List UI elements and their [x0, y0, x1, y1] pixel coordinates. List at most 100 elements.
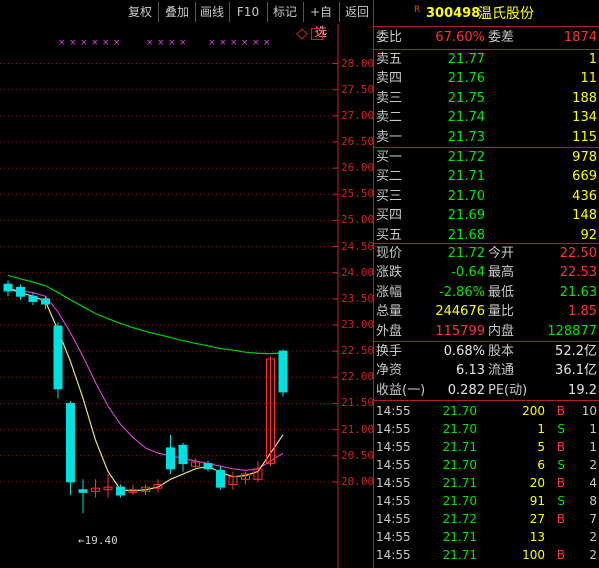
fundamental-label: 净资: [376, 363, 403, 379]
trade-row[interactable]: 14:55 21.71 100 B 2: [374, 545, 599, 565]
trade-side: S: [557, 422, 565, 436]
trade-row[interactable]: 14:55 21.71 13 2: [374, 527, 599, 547]
f10-button[interactable]: F10: [231, 2, 265, 22]
price-tick-label: 26.00: [341, 161, 375, 175]
fundamental-value: 52.2亿: [555, 344, 597, 359]
bid-price: 21.69: [447, 208, 485, 224]
event-marker: ×: [252, 38, 260, 48]
candle[interactable]: [228, 471, 238, 490]
add-watchlist-button[interactable]: +自选: [304, 2, 338, 39]
bid-price: 21.72: [447, 150, 485, 165]
candle[interactable]: [178, 442, 188, 472]
trade-row[interactable]: 14:55 21.70 91 S 8: [374, 491, 599, 511]
candle[interactable]: [166, 434, 175, 475]
quote-value: 22.53: [559, 265, 597, 281]
fundamental-label: 换手: [376, 344, 403, 359]
chevron-right-icon[interactable]: [311, 28, 323, 40]
ask-row[interactable]: 卖一 21.73 115: [374, 128, 599, 148]
trade-volume: 1: [537, 422, 545, 436]
ask-row[interactable]: 卖五 21.77 1: [374, 50, 599, 70]
candle[interactable]: [16, 284, 25, 300]
quote-value: 115799: [435, 323, 485, 339]
quote-value: 1.85: [568, 304, 597, 320]
trade-side: B: [556, 476, 565, 490]
price-tick-label: 24.50: [341, 239, 375, 253]
quote-value: 21.72: [447, 246, 485, 261]
order-diff-value: 1874: [563, 30, 597, 45]
trade-volume: 27: [529, 512, 545, 526]
candle[interactable]: [128, 484, 138, 495]
candle[interactable]: [278, 349, 288, 397]
trade-row[interactable]: 14:55 21.71 20 B 4: [374, 473, 599, 493]
candle-body: [203, 463, 213, 470]
ask-row[interactable]: 卖二 21.74 134: [374, 108, 599, 128]
candle[interactable]: [66, 400, 75, 495]
event-marker: ×: [179, 38, 187, 48]
trade-price: 21.70: [442, 422, 477, 436]
price-tick-label: 21.00: [341, 422, 375, 436]
trade-time: 14:55: [376, 422, 411, 436]
event-marker: ×: [91, 38, 99, 48]
trade-side: B: [556, 548, 565, 562]
candle[interactable]: [28, 292, 38, 306]
ask-price: 21.77: [447, 52, 485, 67]
trade-side: S: [557, 458, 565, 472]
trade-row[interactable]: 14:55 21.71 5 B 1: [374, 437, 599, 457]
bid-row[interactable]: 买三 21.70 436: [374, 187, 599, 207]
candle[interactable]: [216, 466, 225, 490]
candle[interactable]: [78, 479, 88, 514]
back-button[interactable]: 返回: [341, 2, 373, 22]
trade-count: 1: [589, 422, 597, 436]
event-marker: ×: [113, 38, 121, 48]
trade-time: 14:55: [376, 458, 411, 472]
bid-volume: 978: [572, 150, 597, 165]
candle[interactable]: [253, 460, 263, 482]
ask-row[interactable]: 卖四 21.76 11: [374, 69, 599, 89]
toolbar-separator: [229, 2, 230, 22]
ask-row[interactable]: 卖三 21.75 188: [374, 89, 599, 109]
kline-chart[interactable]: × × × × × × × × × × × × × × × × 28.00 27.50 27.00 26.50 26.…: [0, 24, 374, 568]
candle[interactable]: [241, 471, 250, 485]
trade-row[interactable]: 14:55 21.70 6 S 2: [374, 455, 599, 475]
overlay-button[interactable]: 叠加: [160, 2, 194, 22]
ask-price: 21.73: [447, 129, 485, 145]
bid-level-label: 买一: [376, 150, 403, 165]
draw-line-button[interactable]: 画线: [197, 2, 227, 22]
trade-time: 14:55: [376, 548, 411, 562]
order-diff-label: 委差: [488, 30, 515, 45]
trade-price: 21.70: [442, 404, 477, 418]
trade-volume: 100: [522, 548, 545, 562]
event-marker: ×: [58, 38, 66, 48]
kline-chart-svg: × × × × × × × × × × × × × × × ×: [0, 24, 339, 568]
toolbar-separator: [158, 2, 159, 22]
event-markers: × × × × × × × × × × × × × × × ×: [58, 38, 271, 48]
bid-row[interactable]: 买二 21.71 669: [374, 167, 599, 187]
fuquan-button[interactable]: 复权: [123, 2, 157, 22]
candle-body: [178, 444, 188, 465]
price-tick-label: 23.00: [341, 318, 375, 331]
quote-value: -2.86%: [439, 284, 485, 300]
trade-row[interactable]: 14:55 21.72 27 B 7: [374, 509, 599, 529]
bid-row[interactable]: 买一 21.72 978: [374, 148, 599, 168]
bid-row[interactable]: 买四 21.69 148: [374, 206, 599, 226]
r-badge: R: [414, 5, 421, 15]
event-marker: ×: [157, 38, 165, 48]
event-marker: ×: [146, 38, 154, 48]
trade-side: S: [557, 494, 565, 508]
ask-price: 21.76: [447, 71, 485, 87]
ask-volume: 134: [572, 110, 597, 126]
diamond-icon[interactable]: [296, 28, 308, 40]
trade-row[interactable]: 14:55 21.70 1 S 1: [374, 419, 599, 439]
candle[interactable]: [3, 280, 13, 297]
trade-price: 21.72: [442, 512, 477, 526]
candle[interactable]: [53, 322, 63, 399]
ask-volume: 11: [580, 71, 597, 87]
fundamental-value: 36.1亿: [555, 363, 597, 379]
quote-label: 外盘: [376, 323, 403, 339]
trade-price: 21.71: [442, 548, 477, 562]
candle[interactable]: [103, 474, 113, 498]
event-marker: ×: [168, 38, 176, 48]
mark-button[interactable]: 标记: [269, 2, 301, 22]
order-ratio-row: 委比 67.60% 委差 1874: [374, 28, 599, 48]
trade-row[interactable]: 14:55 21.70 200 B 10: [374, 401, 599, 421]
